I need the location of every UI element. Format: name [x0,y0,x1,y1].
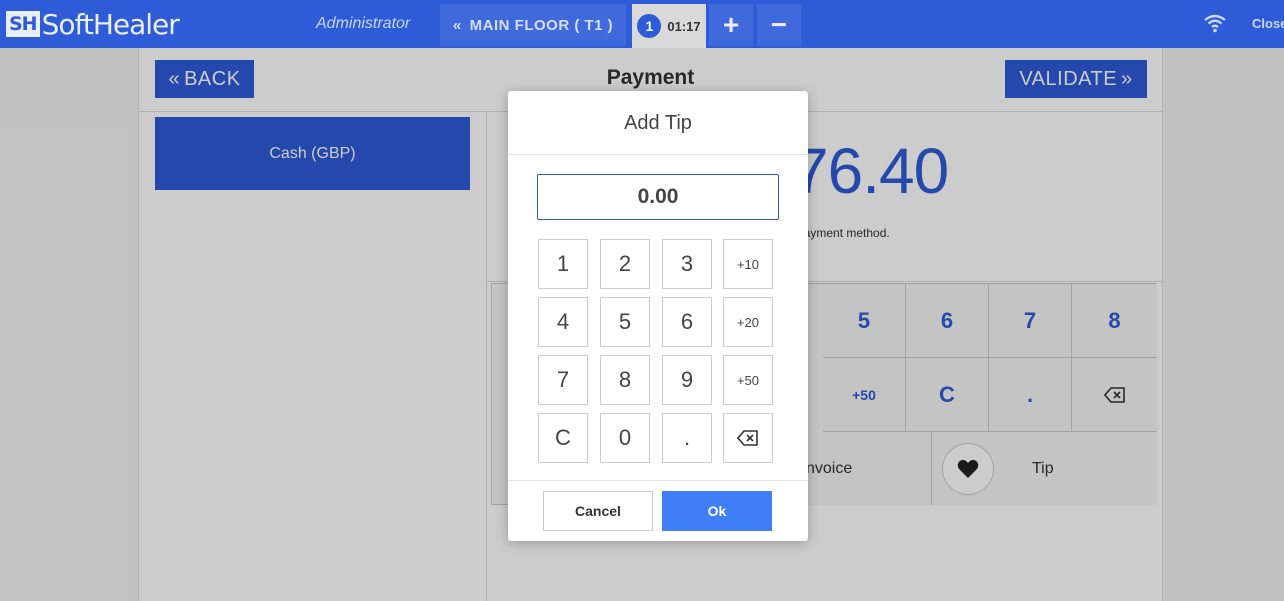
wifi-icon [1204,14,1226,33]
keypad-key[interactable]: 7 [538,355,588,405]
keypad-key[interactable]: +20 [723,297,773,347]
cancel-button[interactable]: Cancel [543,491,653,531]
ok-button[interactable]: Ok [662,491,772,531]
keypad-key[interactable]: 4 [538,297,588,347]
logo-text: SoftHealer [41,7,180,41]
order-number-badge: 1 [637,14,662,38]
top-bar: SH SoftHealer Administrator « MAIN FLOOR… [0,0,1284,48]
keypad-key[interactable]: 2 [600,239,650,289]
keypad-key[interactable]: 5 [600,297,650,347]
keypad-key[interactable]: . [662,413,712,463]
softhealer-logo: SH SoftHealer [6,7,180,41]
keypad-key[interactable]: +10 [723,239,773,289]
tip-amount-input[interactable] [537,174,779,220]
keypad-key[interactable]: 0 [600,413,650,463]
order-time: 01:17 [667,18,701,34]
keypad-key[interactable]: 3 [662,239,712,289]
add-order-button[interactable]: + [709,4,753,46]
keypad-key[interactable]: +50 [723,355,773,405]
keypad-key[interactable]: C [538,413,588,463]
remove-order-button[interactable]: − [757,4,801,46]
divider [508,480,808,481]
keypad-key[interactable]: 8 [600,355,650,405]
keypad-key[interactable]: 1 [538,239,588,289]
logo-mark: SH [6,11,40,37]
keypad-key[interactable]: 9 [662,355,712,405]
floor-button[interactable]: « MAIN FLOOR ( T1 ) [440,4,626,46]
keypad-backspace-key[interactable] [723,413,773,463]
order-tab[interactable]: 1 01:17 [632,4,706,48]
user-name[interactable]: Administrator [316,15,410,33]
backspace-icon [737,430,758,446]
keypad-key[interactable]: 6 [662,297,712,347]
add-tip-dialog: Add Tip 1 2 3 +10 4 5 6 +20 7 8 9 +50 C … [508,91,808,541]
double-chevron-left-icon: « [452,16,462,34]
floor-label: MAIN FLOOR ( T1 ) [469,16,614,34]
close-button[interactable]: Close [1252,16,1284,31]
divider [508,154,808,155]
dialog-title: Add Tip [624,112,692,134]
